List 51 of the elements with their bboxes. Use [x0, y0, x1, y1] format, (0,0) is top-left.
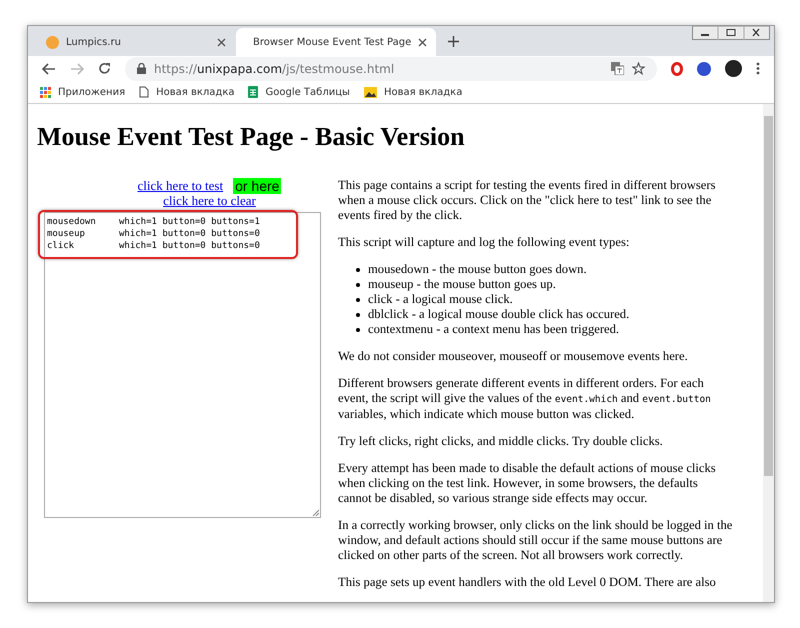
list-item: mousedown - the mouse button goes down.	[368, 262, 587, 277]
bullet-icon	[356, 282, 360, 286]
bookmark-item[interactable]: Новая вкладка	[139, 86, 234, 98]
close-icon[interactable]	[217, 38, 226, 47]
back-icon[interactable]	[42, 62, 56, 75]
site-favicon-icon	[46, 36, 59, 49]
close-icon[interactable]	[418, 38, 428, 47]
paragraph: Different browsers generate different events in different orders. For each event, the script will give the values of the event.which and event.button variables, which indicate which mouse button was clicked.	[338, 376, 712, 422]
window-controls-icon[interactable]	[692, 26, 770, 40]
bullet-icon	[356, 312, 360, 316]
bookmark-item[interactable]: Google Таблицы	[248, 86, 350, 98]
apps-grid-icon	[40, 86, 51, 98]
bullet-icon	[356, 298, 360, 302]
paragraph: In a correctly working browser, only clicks on the link should be logged in the window, and default actions should still occur if the same mouse buttons are clicked on other parts of the screen. Not all browsers work correctly.	[338, 518, 734, 563]
test-link[interactable]: click here to test	[138, 178, 224, 194]
log-line: mousedown which=1 button=0 buttons=1	[47, 216, 261, 228]
scrollbar[interactable]	[763, 104, 774, 602]
opera-extension-icon[interactable]	[671, 62, 683, 76]
address-bar[interactable]: https://unixpapa.com/js/testmouse.html	[125, 56, 657, 81]
star-icon[interactable]	[632, 62, 645, 76]
bookmark-item[interactable]: Новая вкладка	[364, 86, 462, 98]
browser-tab[interactable]: Browser Mouse Event Test Page	[236, 28, 436, 56]
list-item: mouseup - the mouse button goes up.	[368, 277, 556, 292]
paragraph: This page contains a script for testing the events fired in different browsers when a mouse click occurs. Click on the "click here to test" link to see the events fired by the click.	[338, 178, 716, 223]
paragraph: We do not consider mouseover, mouseoff or mousemove events here.	[338, 349, 689, 364]
paragraph: This page sets up event handlers with the old Level 0 DOM. There are also	[338, 575, 717, 590]
paragraph: This script will capture and log the following event types:	[338, 235, 630, 250]
translate-icon[interactable]	[611, 62, 624, 76]
bullet-icon	[356, 328, 360, 332]
resize-grip-icon[interactable]	[312, 509, 319, 516]
browser-tab[interactable]: Lumpics.ru	[36, 28, 236, 56]
spreadsheet-icon	[248, 86, 258, 98]
clear-link[interactable]: click here to clear	[163, 194, 256, 208]
new-tab-icon[interactable]	[448, 36, 459, 48]
image-icon	[364, 86, 377, 98]
bullet-icon	[356, 268, 360, 272]
list-item: dblclick - a logical mouse double click has occured.	[368, 307, 630, 322]
avatar-icon[interactable]	[725, 60, 742, 78]
or-here-link[interactable]: or here	[233, 178, 282, 194]
log-line: click which=1 button=0 buttons=0	[47, 240, 261, 252]
paragraph: Try left clicks, right clicks, and middle clicks. Try double clicks.	[338, 434, 664, 449]
list-item: click - a logical mouse click.	[368, 292, 513, 307]
list-item: contextmenu - a context menu has been triggered.	[368, 322, 620, 337]
bookmark-item[interactable]: Приложения	[40, 86, 126, 98]
log-line: mouseup which=1 button=0 buttons=0	[47, 228, 261, 240]
lock-icon	[137, 63, 146, 74]
reload-icon[interactable]	[98, 62, 111, 76]
page-heading: Mouse Event Test Page - Basic Version	[37, 122, 466, 152]
page-icon	[139, 86, 150, 98]
menu-icon[interactable]	[756, 62, 760, 76]
paragraph: Every attempt has been made to disable the default actions of mouse clicks when clicking on the test link. However, in some browsers, the defaults cannot be disabled, so various strange side effects may occur.	[338, 461, 717, 506]
